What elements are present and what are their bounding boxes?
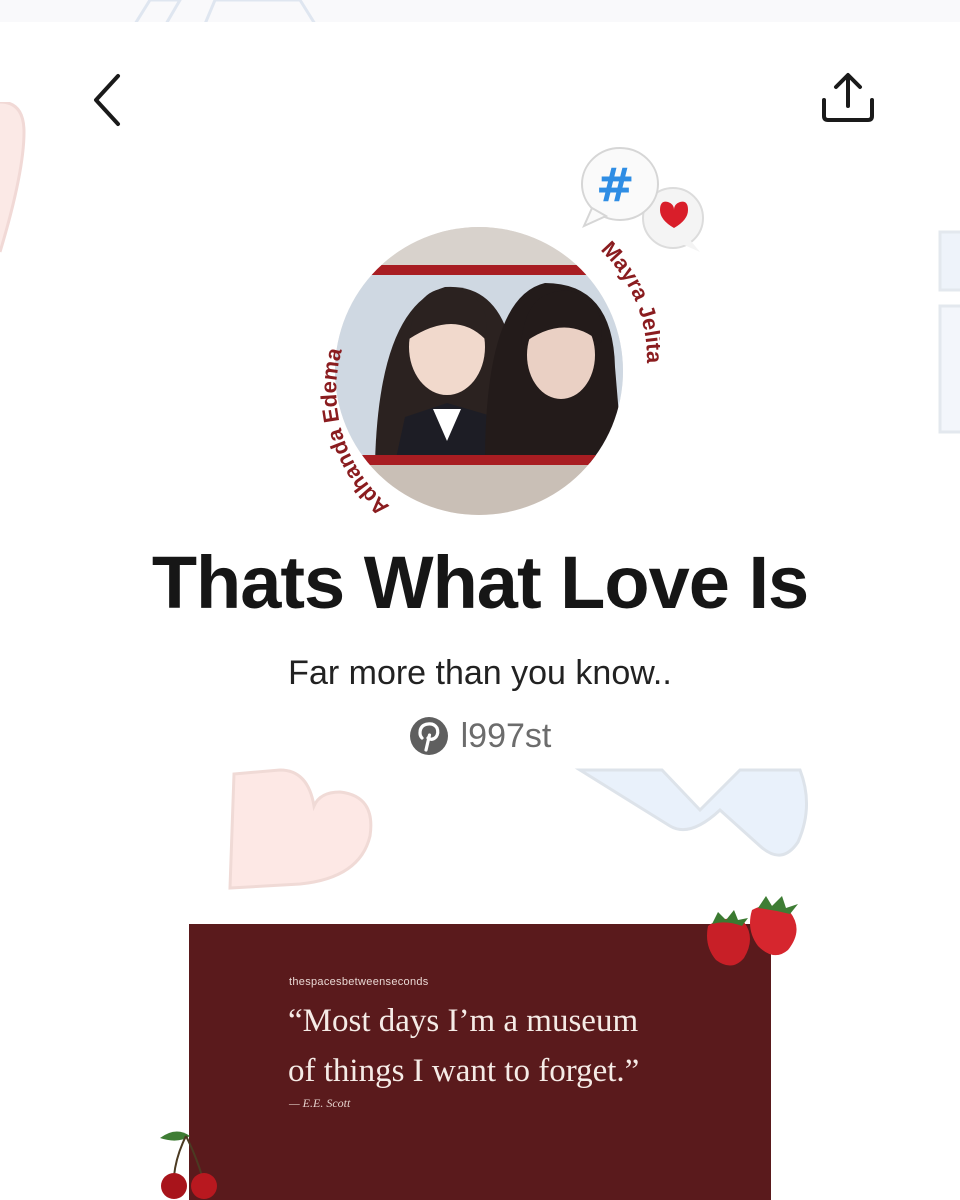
board-cover: Adhanda Edema Mayra Jelita — [300, 220, 660, 530]
quote-line-1: “Most days I’m a museum — [288, 1003, 639, 1039]
chevron-left-icon — [94, 74, 120, 126]
pinterest-icon — [409, 717, 448, 755]
share-upload-icon — [822, 73, 874, 122]
board-title: Thats What Love Is — [151, 541, 809, 624]
heart-decoration-bottom — [228, 768, 373, 890]
board-owner[interactable]: l997st — [0, 716, 960, 756]
window-decoration-right — [938, 230, 960, 434]
back-button[interactable] — [76, 68, 140, 132]
quote-pin[interactable]: thespacesbetweenseconds “Most days I’m a… — [189, 924, 771, 1200]
quote-source: thespacesbetweenseconds — [289, 976, 429, 988]
cherry-icon — [160, 1131, 217, 1199]
strawberry-icon — [707, 896, 798, 966]
arrow-decoration-bottom — [574, 768, 809, 857]
hashtag-label: # — [596, 158, 635, 212]
share-button[interactable] — [816, 66, 880, 130]
board-screen: # Adhanda Edema Mayra J Thats What Love … — [0, 22, 960, 1200]
heart-decoration-left — [0, 102, 26, 253]
board-description: Far more than you know.. — [288, 654, 672, 692]
cover-name-right: Mayra Jelita — [596, 236, 660, 364]
top-decoration — [133, 0, 317, 24]
owner-username: l997st — [460, 716, 552, 755]
quote-line-2: of things I want to forget.” — [288, 1053, 640, 1089]
cover-name-left: Adhanda Edema — [316, 345, 393, 521]
quote-author: — E.E. Scott — [289, 1096, 351, 1110]
quote-text: “Most days I’m a museum of things I want… — [288, 996, 758, 1096]
